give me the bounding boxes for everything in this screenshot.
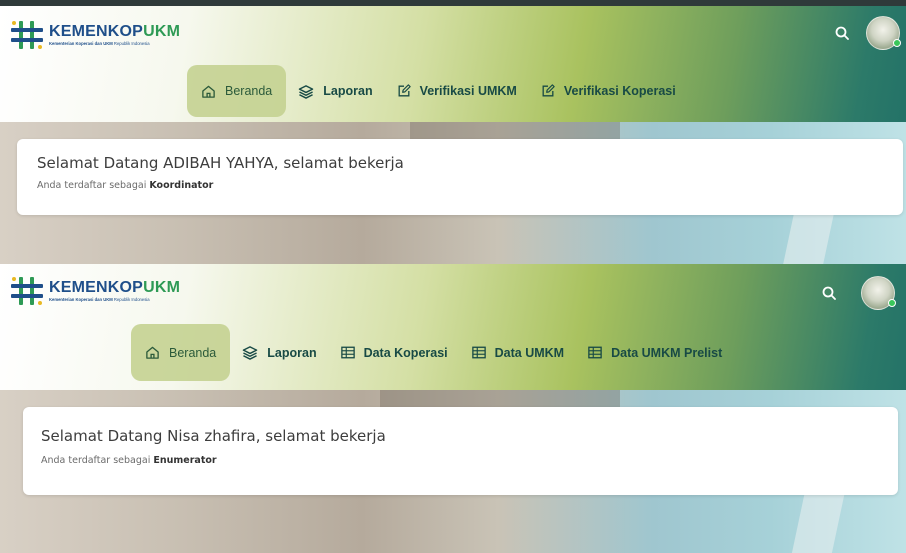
nav-data-koperasi[interactable]: Data Koperasi: [329, 324, 460, 381]
layers-icon: [243, 346, 258, 360]
nav-verifikasi-koperasi[interactable]: Verifikasi Koperasi: [529, 65, 688, 117]
nav-laporan[interactable]: Laporan: [286, 65, 384, 117]
welcome-role-text: Anda terdaftar sebagai Koordinator: [37, 180, 214, 191]
nav-beranda[interactable]: Beranda: [187, 65, 287, 117]
home-icon: [146, 346, 159, 359]
edit-icon: [542, 84, 555, 97]
online-status-indicator: [893, 39, 901, 47]
welcome-title: Selamat Datang ADIBAH YAHYA, selamat bek…: [37, 154, 404, 172]
top-bar: KEMENKOPUKM Kementerian Koperasi dan UKM…: [0, 264, 906, 322]
nav-laporan[interactable]: Laporan: [230, 324, 328, 381]
user-avatar[interactable]: [866, 16, 901, 50]
nav-data-umkm[interactable]: Data UMKM: [460, 324, 576, 381]
welcome-card: Selamat Datang ADIBAH YAHYA, selamat bek…: [17, 139, 903, 215]
online-status-indicator: [888, 299, 896, 307]
main-nav: Beranda Laporan Data Koperasi Data UMKM …: [131, 324, 734, 381]
welcome-role-text: Anda terdaftar sebagai Enumerator: [41, 455, 217, 466]
logo-mark-icon: [10, 276, 44, 306]
welcome-card: Selamat Datang Nisa zhafira, selamat bek…: [23, 407, 898, 495]
logo-mark-icon: [10, 20, 44, 50]
layers-icon: [299, 84, 314, 99]
table-icon: [340, 346, 355, 359]
table-icon: [471, 346, 486, 359]
brand-name: KEMENKOPUKM: [49, 22, 181, 40]
nav-beranda[interactable]: Beranda: [131, 324, 231, 381]
brand-tagline: Kementerian Koperasi dan UKM Republik In…: [49, 296, 150, 302]
user-avatar[interactable]: [861, 276, 896, 310]
brand-name: KEMENKOPUKM: [49, 278, 181, 296]
brand-logo[interactable]: KEMENKOPUKM Kementerian Koperasi dan UKM…: [10, 20, 180, 50]
table-icon: [588, 346, 602, 359]
screen-enumerator: KEMENKOPUKM Kementerian Koperasi dan UKM…: [0, 264, 906, 553]
search-icon: [835, 26, 849, 40]
home-icon: [202, 85, 215, 98]
edit-icon: [398, 84, 411, 97]
brand-logo[interactable]: KEMENKOPUKM Kementerian Koperasi dan UKM…: [10, 276, 180, 306]
role-badge: Enumerator: [153, 455, 217, 466]
nav-verifikasi-umkm[interactable]: Verifikasi UMKM: [385, 65, 529, 117]
search-icon: [822, 286, 836, 300]
search-button[interactable]: [816, 280, 842, 306]
search-button[interactable]: [829, 20, 855, 46]
nav-data-umkm-prelist[interactable]: Data UMKM Prelist: [576, 324, 734, 381]
brand-tagline: Kementerian Koperasi dan UKM Republik In…: [49, 40, 150, 46]
screen-koordinator: KEMENKOPUKM Kementerian Koperasi dan UKM…: [0, 0, 906, 264]
main-nav: Beranda Laporan Verifikasi UMKM Verifika…: [187, 65, 688, 117]
welcome-title: Selamat Datang Nisa zhafira, selamat bek…: [41, 427, 386, 445]
role-badge: Koordinator: [149, 180, 214, 191]
top-bar: KEMENKOPUKM Kementerian Koperasi dan UKM…: [0, 6, 906, 64]
